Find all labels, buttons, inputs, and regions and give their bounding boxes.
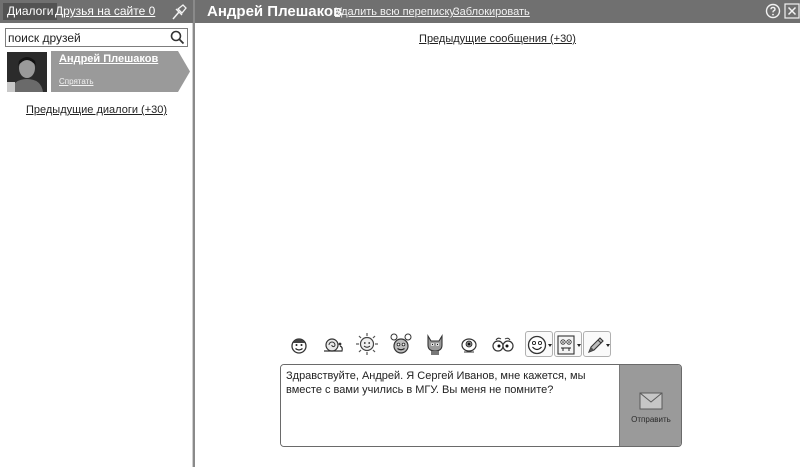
delete-conversation-link[interactable]: Удалить всю переписку	[335, 5, 455, 19]
snail-icon[interactable]	[321, 332, 345, 356]
chat-header: Андрей Плешаков Удалить всю переписку За…	[195, 0, 800, 23]
envelope-icon	[639, 392, 663, 410]
send-label: Отправить	[631, 415, 671, 424]
tab-friends-online[interactable]: Друзья на сайте 0	[55, 3, 155, 20]
help-icon[interactable]	[765, 3, 781, 19]
eyeball-icon[interactable]	[457, 332, 481, 356]
dialogs-panel: Андрей Плешаков Спрятать Предыдущие диал…	[0, 23, 193, 467]
pencil-dropdown[interactable]	[583, 331, 611, 357]
emoticon-toolbar	[285, 329, 615, 359]
tab-dialogs[interactable]: Диалоги	[3, 3, 58, 20]
smiley-icon[interactable]	[287, 332, 311, 356]
sidebar-header: Диалоги Друзья на сайте 0	[0, 0, 193, 23]
panel-divider	[193, 0, 195, 467]
block-user-link[interactable]: Заблокировать	[453, 5, 530, 19]
dialog-item[interactable]: Андрей Плешаков Спрятать	[5, 51, 190, 92]
search-icon[interactable]	[170, 30, 185, 45]
monster-icon[interactable]	[389, 332, 413, 356]
send-button[interactable]: Отправить	[619, 365, 681, 446]
message-composer: Здравствуйте, Андрей. Я Сергей Иванов, м…	[280, 364, 682, 447]
dialog-contact-name[interactable]: Андрей Плешаков	[59, 53, 158, 65]
contact-name: Андрей Плешаков	[207, 3, 343, 20]
previous-dialogs-link[interactable]: Предыдущие диалоги (+30)	[0, 104, 193, 116]
sun-icon[interactable]	[355, 332, 379, 356]
sticker-dropdown[interactable]	[554, 331, 582, 357]
message-input[interactable]: Здравствуйте, Андрей. Я Сергей Иванов, м…	[281, 365, 619, 446]
cat-icon[interactable]	[423, 332, 447, 356]
emoji-dropdown[interactable]	[525, 331, 553, 357]
search-input[interactable]	[8, 30, 168, 45]
previous-messages-link[interactable]: Предыдущие сообщения (+30)	[195, 33, 800, 45]
glasses-icon[interactable]	[491, 332, 515, 356]
pin-icon[interactable]	[170, 3, 188, 21]
avatar[interactable]	[7, 52, 47, 92]
friend-search	[5, 28, 188, 47]
hide-dialog-link[interactable]: Спрятать	[59, 77, 93, 86]
close-icon[interactable]	[784, 3, 800, 19]
